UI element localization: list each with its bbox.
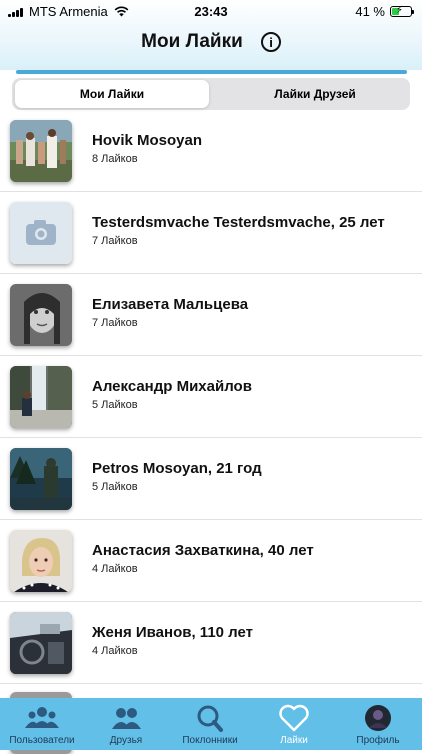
battery-percent: 41 % <box>355 4 385 19</box>
person-name: Анастасия Захваткина, 40 лет <box>92 542 314 559</box>
segmented-control: Мои Лайки Лайки Друзей <box>12 78 410 110</box>
tab-my-likes[interactable]: Мои Лайки <box>15 80 209 108</box>
tab-friends[interactable]: Друзья <box>84 698 168 750</box>
avatar <box>10 448 72 510</box>
likes-count: 7 Лайков <box>92 317 138 329</box>
person-name: Hovik Mosoyan <box>92 132 203 149</box>
tab-users-label: Пользователи <box>9 735 75 746</box>
status-bar: MTS Armenia 23:43 41 % ⚡ <box>0 0 422 24</box>
profile-avatar <box>365 705 391 731</box>
person-name: Testerdsmvache Testerdsmvache, 25 лет <box>92 214 385 231</box>
avatar <box>10 120 72 182</box>
list-item[interactable]: Женя Иванов, 110 лет 4 Лайков <box>0 602 422 684</box>
tab-bar: Пользователи Друзья Поклонники Лайки Про… <box>0 698 422 750</box>
person-name: Petros Mosoyan, 21 год <box>92 460 262 477</box>
tab-fans[interactable]: Поклонники <box>168 698 252 750</box>
loading-bar <box>16 70 407 74</box>
heart-icon <box>279 704 309 732</box>
list-item[interactable]: Petros Mosoyan, 21 год 5 Лайков <box>0 438 422 520</box>
person-name: Александр Михайлов <box>92 378 252 395</box>
tab-users[interactable]: Пользователи <box>0 698 84 750</box>
camera-placeholder-icon <box>10 202 72 264</box>
person-name: Женя Иванов, 110 лет <box>92 624 253 641</box>
avatar <box>10 366 72 428</box>
tab-likes-label: Лайки <box>280 735 308 746</box>
list-item[interactable]: Елизавета Мальцева 7 Лайков <box>0 274 422 356</box>
avatar <box>10 284 72 346</box>
likes-count: 4 Лайков <box>92 563 138 575</box>
tab-friends-likes[interactable]: Лайки Друзей <box>222 80 408 108</box>
likes-list: Hovik Mosoyan 8 Лайков Testerdsmvache Te… <box>0 110 422 754</box>
list-item[interactable]: Testerdsmvache Testerdsmvache, 25 лет 7 … <box>0 192 422 274</box>
search-icon <box>197 705 223 732</box>
avatar <box>10 612 72 674</box>
page-title: Мои Лайки <box>141 31 243 52</box>
tab-friends-label: Друзья <box>109 735 143 746</box>
battery-icon: ⚡ <box>390 5 414 17</box>
list-item[interactable]: Hovik Mosoyan 8 Лайков <box>0 110 422 192</box>
tab-fans-label: Поклонники <box>182 735 238 746</box>
tab-profile-label: Профиль <box>356 735 400 746</box>
likes-count: 8 Лайков <box>92 153 138 165</box>
friends-icon <box>112 708 141 729</box>
likes-count: 4 Лайков <box>92 645 138 657</box>
header: MTS Armenia 23:43 41 % ⚡ Мои Лайки i <box>0 0 422 70</box>
likes-count: 5 Лайков <box>92 399 138 411</box>
tab-likes[interactable]: Лайки <box>252 698 336 750</box>
avatar <box>10 530 72 592</box>
info-icon[interactable]: i <box>261 32 281 52</box>
person-name: Елизавета Мальцева <box>92 296 249 313</box>
likes-count: 7 Лайков <box>92 235 138 247</box>
likes-count: 5 Лайков <box>92 481 138 493</box>
tab-profile[interactable]: Профиль <box>336 698 420 750</box>
users-icon <box>25 707 59 728</box>
list-item[interactable]: Анастасия Захваткина, 40 лет 4 Лайков <box>0 520 422 602</box>
list-item[interactable]: Александр Михайлов 5 Лайков <box>0 356 422 438</box>
